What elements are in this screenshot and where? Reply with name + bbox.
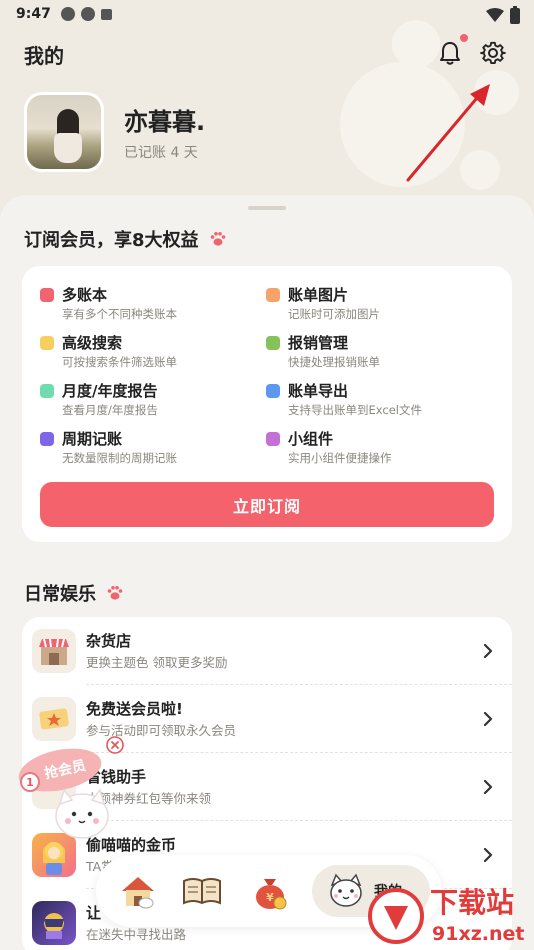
paw-icon [107,586,123,600]
nav-money-bag-icon[interactable]: ¥ [248,869,292,913]
feature-desc: 查看月度/年度报告 [62,403,158,417]
ticket-icon [32,697,76,741]
feature-name: 账单导出 [288,382,349,400]
bell-icon[interactable] [438,40,462,66]
user-nickname: 亦暮暮. [124,108,206,136]
wifi-icon [486,8,504,22]
watermark-domain: 91xz.net [432,923,524,945]
item-title: 免费送会员啦! [86,700,183,718]
feature-name: 月度/年度报告 [62,382,158,400]
feature-desc: 可按搜索条件筛选账单 [62,355,177,369]
feature-name: 多账本 [62,286,108,304]
nav-home-icon[interactable] [116,869,160,913]
entertainment-section-title: 日常娱乐 [24,580,124,606]
feature-name: 报销管理 [288,334,349,352]
watermark-text: 下载站 [430,886,514,919]
status-time: 9:47 [16,6,51,22]
item-title: 杂货店 [86,632,132,650]
app-notification-icon [60,7,75,21]
game-icon [32,901,76,945]
nav-book-icon[interactable] [180,869,224,913]
item-subtitle: 更换主题色 领取更多奖励 [86,655,228,670]
close-icon[interactable] [106,736,124,754]
feature-name: 账单图片 [288,286,349,304]
floating-member-promo[interactable]: 1 抢会员 [14,744,114,844]
feature-desc: 支持导出账单到Excel文件 [288,403,422,417]
feature-color-square [40,384,54,398]
feature-color-square [40,336,54,350]
feature-color-square [266,288,280,302]
site-watermark: 下载站 91xz.net [368,886,524,945]
chevron-right-icon [483,643,493,659]
feature-desc: 实用小组件便捷操作 [288,451,392,465]
feature-name: 周期记账 [62,430,123,448]
feature-name: 高级搜索 [62,334,123,352]
entertainment-title-text: 日常娱乐 [24,584,96,605]
bookkeeping-days: 已记账 4 天 [124,145,198,161]
membership-card: 多账本 享有多个不同种类账本 账单图片 记账时可添加图片 高级搜索 可按搜索条件… [22,266,512,542]
status-bar: 9:47 [0,0,534,28]
app-notification-icon [80,7,95,21]
feature-desc: 记账时可添加图片 [288,307,380,321]
membership-section-title: 订阅会员，享8大权益 [24,226,227,252]
avatar[interactable] [24,92,104,172]
paw-icon [210,232,226,246]
list-item-grocery-store[interactable]: 杂货店 更换主题色 领取更多奖励 [22,617,512,685]
feature-color-square [266,432,280,446]
feature-desc: 享有多个不同种类账本 [62,307,177,321]
notification-dot [460,34,468,42]
feature-name: 小组件 [288,430,334,448]
page-title: 我的 [24,44,64,68]
chevron-right-icon [483,847,493,863]
app-notification-icon [100,8,112,20]
list-item-free-membership[interactable]: 免费送会员啦! 参与活动即可领取永久会员 [22,685,512,753]
store-icon [32,629,76,673]
avatar-figure [54,133,82,163]
feature-desc: 无数量限制的周期记账 [62,451,177,465]
feature-color-square [40,288,54,302]
subscribe-button[interactable]: 立即订阅 [40,482,494,527]
membership-title-text: 订阅会员，享8大权益 [24,230,199,251]
feature-desc: 快捷处理报销账单 [288,355,380,369]
chevron-right-icon [483,711,493,727]
sheet-grip-handle[interactable] [248,206,286,210]
promo-badge-number: 1 [26,776,34,789]
feature-color-square [266,336,280,350]
status-icons [486,6,520,24]
chevron-right-icon [483,779,493,795]
feature-color-square [266,384,280,398]
feature-color-square [40,432,54,446]
gear-icon[interactable] [480,40,506,66]
nav-cat-icon [330,873,362,907]
battery-icon [510,6,520,24]
annotation-arrow [406,84,490,182]
svg-text:¥: ¥ [266,891,274,904]
